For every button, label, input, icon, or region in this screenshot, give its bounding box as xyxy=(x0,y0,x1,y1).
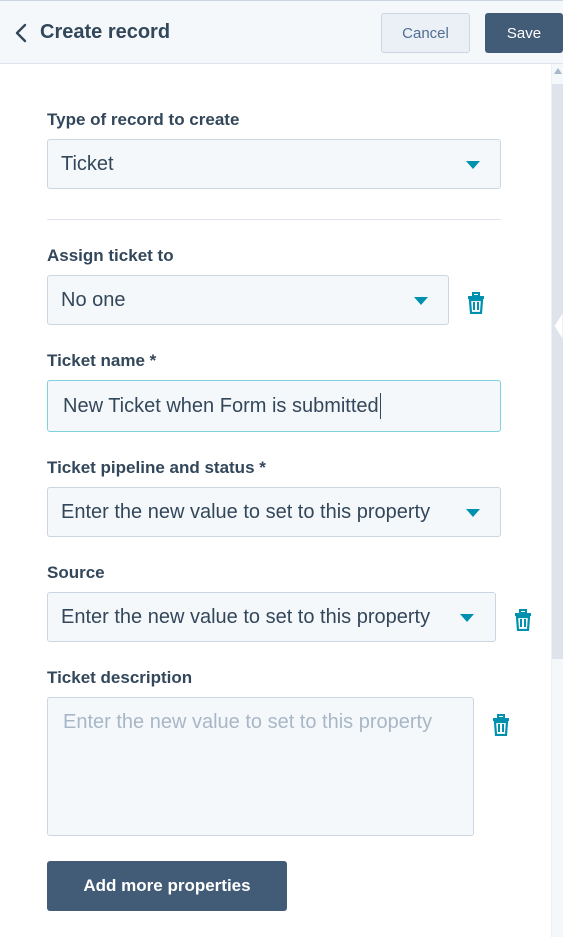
record-type-value: Ticket xyxy=(61,152,114,175)
trash-icon[interactable] xyxy=(514,609,532,631)
description-label: Ticket description xyxy=(47,668,193,687)
scroll-up-arrow[interactable] xyxy=(554,68,562,74)
scrollbar-thumb[interactable] xyxy=(552,84,563,659)
caret-down-icon xyxy=(460,614,474,622)
section-divider xyxy=(47,219,501,220)
pipeline-label: Ticket pipeline and status * xyxy=(47,458,266,477)
record-type-select[interactable]: Ticket xyxy=(47,139,501,189)
cancel-button[interactable]: Cancel xyxy=(381,13,470,53)
pipeline-select[interactable]: Enter the new value to set to this prope… xyxy=(47,487,501,537)
ticket-name-value: New Ticket when Form is submitted xyxy=(63,394,379,417)
trash-icon[interactable] xyxy=(467,292,485,314)
pipeline-value: Enter the new value to set to this prope… xyxy=(61,500,431,523)
source-label: Source xyxy=(47,563,105,582)
record-type-label: Type of record to create xyxy=(47,110,240,129)
source-value: Enter the new value to set to this prope… xyxy=(61,605,431,628)
description-textarea[interactable]: Enter the new value to set to this prope… xyxy=(47,697,474,836)
text-cursor xyxy=(379,393,381,419)
add-more-properties-button[interactable]: Add more properties xyxy=(47,861,287,911)
source-select[interactable]: Enter the new value to set to this prope… xyxy=(47,592,496,642)
ticket-name-input[interactable]: New Ticket when Form is submitted xyxy=(47,380,501,432)
assign-value: No one xyxy=(61,288,126,311)
trash-icon[interactable] xyxy=(492,714,510,736)
side-panel-tab[interactable] xyxy=(551,310,563,342)
assign-label: Assign ticket to xyxy=(47,246,174,265)
assign-select[interactable]: No one xyxy=(47,275,449,325)
header-bar: Create record Cancel Save xyxy=(0,0,563,64)
description-placeholder: Enter the new value to set to this prope… xyxy=(63,711,433,733)
caret-down-icon xyxy=(414,297,428,305)
caret-down-icon xyxy=(466,161,480,169)
page-title: Create record xyxy=(40,21,171,43)
caret-down-icon xyxy=(466,509,480,517)
chevron-left-icon[interactable] xyxy=(14,23,30,43)
ticket-name-label: Ticket name * xyxy=(47,351,157,370)
save-button[interactable]: Save xyxy=(485,13,563,53)
